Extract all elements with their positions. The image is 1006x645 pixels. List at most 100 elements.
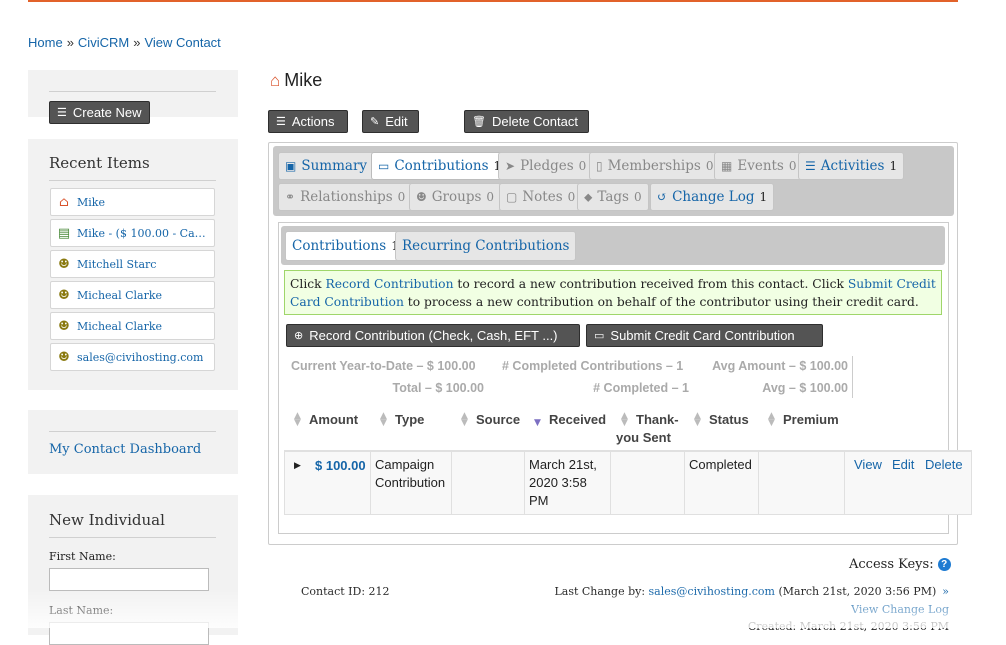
- tab-label: Notes: [522, 189, 563, 205]
- subtab-recurring-contributions[interactable]: Recurring Contributions: [395, 231, 577, 261]
- tab-label: Contributions: [394, 158, 489, 174]
- users-icon: ☻: [416, 190, 427, 204]
- tab-notes[interactable]: ▢ Notes 0: [499, 183, 583, 211]
- recent-item[interactable]: ▤ Mike - ($ 100.00 - Campa...: [50, 219, 215, 247]
- create-new-button[interactable]: ☰ Create New: [49, 101, 150, 124]
- summary-completed: # Completed – 1: [593, 381, 689, 395]
- submit-credit-card-button[interactable]: ▭ Submit Credit Card Contribution: [586, 324, 823, 347]
- help-text: to process a new contribution on behalf …: [403, 295, 919, 309]
- last-name-input[interactable]: [49, 622, 209, 645]
- recent-item[interactable]: ⌂ Mike: [50, 188, 215, 216]
- column-header-thank-you-sent[interactable]: Thank-you Sent: [616, 411, 686, 447]
- first-name-label: First Name:: [49, 550, 116, 563]
- sort-icon[interactable]: ▲ ▼: [380, 412, 387, 428]
- column-header-status[interactable]: Status: [709, 411, 749, 429]
- delete-contact-label: Delete Contact: [491, 114, 578, 129]
- tab-summary[interactable]: ▣ Summary: [278, 152, 375, 180]
- divider: [451, 452, 452, 514]
- top-accent-bar: [28, 0, 958, 2]
- tab-tags[interactable]: ⬥ Tags 0: [577, 183, 649, 211]
- recent-items-title: Recent Items: [49, 154, 150, 172]
- record-contribution-button[interactable]: ⊕ Record Contribution (Check, Cash, EFT …: [286, 324, 580, 347]
- sort-icon[interactable]: ▲ ▼: [694, 412, 701, 428]
- tab-contributions[interactable]: ▭ Contributions 1: [371, 152, 509, 180]
- note-icon: ▢: [506, 190, 518, 204]
- last-change-user-link[interactable]: sales@civihosting.com: [649, 585, 775, 598]
- help-message: Click Record Contribution to record a ne…: [284, 270, 942, 315]
- column-header-type[interactable]: Type: [395, 411, 424, 429]
- tab-label: Activities: [820, 158, 885, 174]
- breadcrumb-home-link[interactable]: Home: [28, 35, 63, 50]
- last-name-label: Last Name:: [49, 604, 114, 617]
- row-amount[interactable]: $ 100.00: [315, 457, 366, 475]
- help-text: to record a new contribution received fr…: [453, 277, 848, 291]
- actions-button[interactable]: ☰ Actions: [268, 110, 348, 133]
- recent-item-label: Mike: [77, 195, 105, 209]
- tab-label: Change Log: [672, 189, 755, 205]
- help-text: Click: [290, 277, 326, 291]
- edit-button[interactable]: ✎ Edit: [362, 110, 419, 133]
- column-header-source[interactable]: Source: [476, 411, 520, 429]
- breadcrumb-view-contact-link[interactable]: View Contact: [144, 35, 220, 50]
- tab-pledges[interactable]: ➤ Pledges 0: [498, 152, 594, 180]
- view-change-log-link[interactable]: View Change Log: [851, 603, 949, 616]
- divider: [370, 452, 371, 514]
- row-edit-link[interactable]: Edit: [892, 456, 914, 474]
- id-badge-icon: ▯: [596, 159, 603, 173]
- summary-total: Total – $ 100.00: [392, 381, 485, 395]
- menu-icon: ☰: [276, 116, 286, 128]
- divider: [49, 91, 216, 92]
- recent-item-label: Micheal Clarke: [77, 319, 163, 333]
- first-name-input[interactable]: [49, 568, 209, 591]
- last-change-date: (March 21st, 2020 3:56 PM): [774, 585, 937, 598]
- column-header-received[interactable]: Received: [549, 411, 606, 429]
- tab-count: 0: [788, 159, 797, 173]
- breadcrumb: Home» CiviCRM» View Contact: [28, 35, 221, 50]
- sort-desc-icon[interactable]: ▼: [534, 419, 541, 428]
- column-header-amount[interactable]: Amount: [309, 411, 358, 429]
- edit-label: Edit: [385, 114, 408, 129]
- history-icon: ↺: [657, 190, 668, 204]
- tab-label: Pledges: [520, 158, 574, 174]
- tab-memberships[interactable]: ▯ Memberships 0: [589, 152, 721, 180]
- handshake-icon: ⚭: [285, 190, 296, 204]
- sort-icon[interactable]: ▲ ▼: [768, 412, 775, 428]
- tab-activities[interactable]: ☰ Activities 1: [798, 152, 905, 180]
- expand-row-icon[interactable]: ▶: [294, 456, 301, 474]
- tab-count: 0: [578, 159, 587, 173]
- recent-item-label: Micheal Clarke: [77, 288, 163, 302]
- id-card-icon: ▣: [285, 159, 297, 173]
- access-keys-label: Access Keys:: [849, 557, 934, 572]
- record-contribution-link[interactable]: Record Contribution: [326, 277, 454, 291]
- row-delete-link[interactable]: Delete: [925, 456, 963, 474]
- recent-item[interactable]: ☻ Micheal Clarke: [50, 312, 215, 340]
- recent-item[interactable]: ☻ Micheal Clarke: [50, 281, 215, 309]
- breadcrumb-civicrm-link[interactable]: CiviCRM: [78, 35, 129, 50]
- plus-circle-icon: ⊕: [294, 330, 304, 342]
- arrow-icon: »: [942, 585, 949, 598]
- column-header-premium[interactable]: Premium: [783, 411, 839, 429]
- access-keys: Access Keys: ?: [849, 557, 951, 572]
- subtab-label: Contributions: [292, 238, 387, 254]
- tab-change-log[interactable]: ↺ Change Log 1: [650, 183, 775, 211]
- breadcrumb-separator: »: [133, 35, 141, 50]
- sort-icon[interactable]: ▲ ▼: [294, 412, 301, 428]
- tab-label: Memberships: [607, 158, 701, 174]
- delete-contact-button[interactable]: 🗑 Delete Contact: [464, 110, 589, 133]
- sort-icon[interactable]: ▲ ▼: [461, 412, 468, 428]
- calendar-icon: ▦: [721, 159, 733, 173]
- tab-label: Relationships: [300, 189, 393, 205]
- tab-events[interactable]: ▦ Events 0: [714, 152, 804, 180]
- row-view-link[interactable]: View: [854, 456, 882, 474]
- trash-icon: 🗑: [472, 116, 486, 128]
- help-icon[interactable]: ?: [937, 558, 951, 571]
- tab-relationships[interactable]: ⚭ Relationships 0: [278, 183, 413, 211]
- tab-groups[interactable]: ☻ Groups 0: [409, 183, 502, 211]
- recent-item[interactable]: ☻ sales@civihosting.com: [50, 343, 215, 371]
- credit-card-icon: ▭: [594, 330, 605, 342]
- subtab-contributions[interactable]: Contributions 1: [285, 231, 406, 261]
- contact-name: Mike: [284, 70, 323, 90]
- divider: [758, 452, 759, 514]
- my-contact-dashboard-link[interactable]: My Contact Dashboard: [49, 442, 201, 457]
- recent-item[interactable]: ☻ Mitchell Starc: [50, 250, 215, 278]
